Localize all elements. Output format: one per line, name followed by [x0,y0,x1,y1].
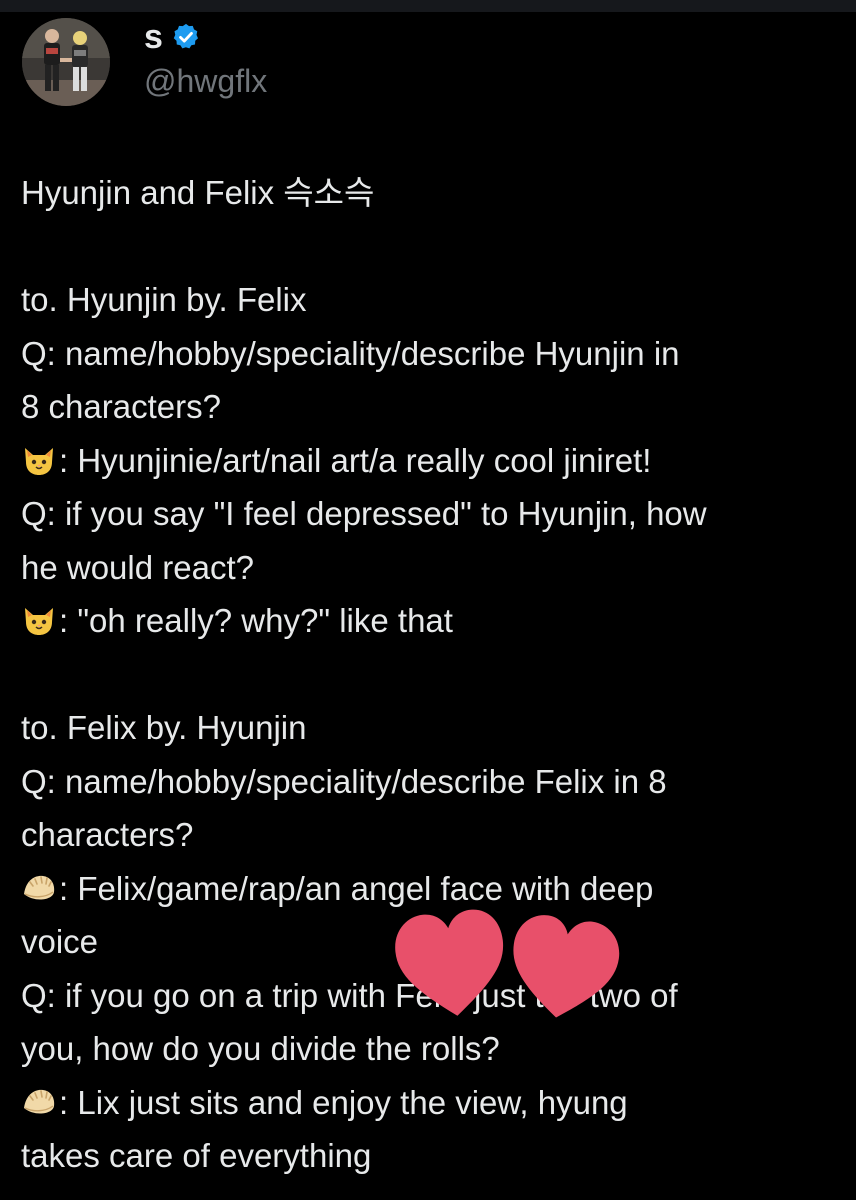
tweet-line-text: : Lix just sits and enjoy the view, hyun… [59,1083,628,1121]
tweet-line: : Felix/game/rap/an angel face with deep [21,862,837,916]
tweet-text: Hyunjin and Felix 슥소슥 to. Hyunjin by. Fel… [21,166,837,1183]
author-names: s @hwgflx [144,15,267,101]
cat-face-icon [21,600,57,636]
hearts-sticker-icon [395,908,620,1018]
tweet-line: : "oh really? why?" like that [21,594,837,648]
tweet-line: takes care of everything [21,1129,837,1183]
tweet-line-text: to. Felix by. Hyunjin [21,709,307,746]
tweet-line: : Lix just sits and enjoy the view, hyun… [21,1076,837,1130]
tweet-line: to. Hyunjin by. Felix [21,273,837,327]
tweet-line-text: : Hyunjinie/art/nail art/a really cool j… [59,441,652,479]
tweet-line-text: Q: name/hobby/speciality/describe Hyunji… [21,334,680,372]
tweet-line: he would react? [21,541,837,595]
cat-face-icon [21,440,57,476]
display-name-row: s [144,15,267,59]
tweet-line: : Hyunjinie/art/nail art/a really cool j… [21,434,837,488]
tweet-line-text: takes care of everything [21,1137,372,1174]
tweet-line-text: voice [21,923,99,960]
tweet-line: Q: if you say "I feel depressed" to Hyun… [21,487,837,541]
tweet-header: s @hwgflx [22,10,267,114]
tweet-line-text: 8 characters? [21,388,221,425]
tweet-line-text: he would react? [21,548,254,586]
tweet-line-text: to. Hyunjin by. Felix [21,281,307,318]
dumpling-icon [21,1082,57,1118]
tweet-line-text: : "oh really? why?" like that [59,602,453,639]
tweet-line-text: characters? [21,816,194,853]
tweet-line: 8 characters? [21,380,837,434]
dumpling-icon [21,868,57,904]
tweet-line: Hyunjin and Felix 슥소슥 [21,166,837,220]
tweet-line-text: Q: name/hobby/speciality/describe Felix … [21,762,667,800]
tweet-line-text: Hyunjin and Felix 슥소슥 [21,174,375,211]
tweet-line-text: Q: if you say "I feel depressed" to Hyun… [21,495,707,532]
tweet-line: Q: name/hobby/speciality/describe Felix … [21,755,837,809]
verified-badge-icon [171,22,201,52]
tweet-line: characters? [21,808,837,862]
tweet-line-text: you, how do you divide the rolls? [21,1030,500,1067]
tweet-line-text: : Felix/game/rap/an angel face with deep [59,869,654,907]
display-name[interactable]: s [144,17,163,57]
avatar-photo-icon [22,18,110,106]
tweet-line: Q: name/hobby/speciality/describe Hyunji… [21,327,837,381]
tweet-line: you, how do you divide the rolls? [21,1022,837,1076]
avatar[interactable] [22,18,110,106]
user-handle[interactable]: @hwgflx [144,61,267,101]
tweet-line: to. Felix by. Hyunjin [21,701,837,755]
